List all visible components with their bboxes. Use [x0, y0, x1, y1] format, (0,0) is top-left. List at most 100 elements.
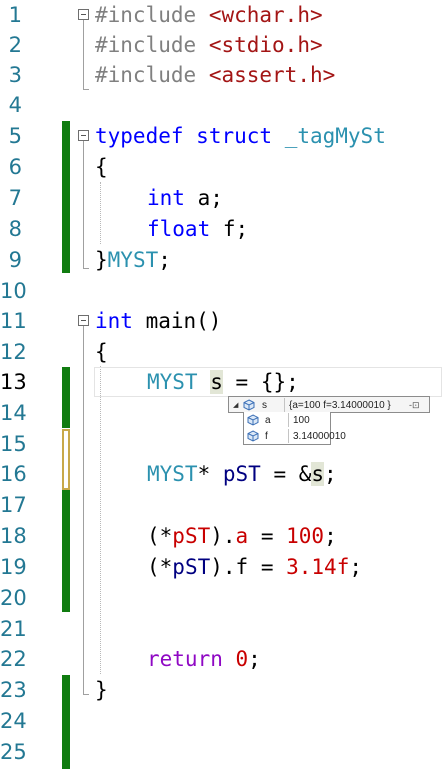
object-variable-icon	[243, 399, 255, 411]
code-line-18[interactable]: (*pST).a = 100;	[147, 521, 337, 551]
keyword: int	[147, 186, 185, 210]
fold-guide-end	[83, 89, 89, 90]
datatip-root-row[interactable]: ◢ s {a=100 f=3.14000010 } -⊡	[228, 396, 430, 413]
line-number: 24	[0, 709, 27, 733]
line-number: 25	[0, 740, 27, 764]
variable-pST: pST	[222, 462, 261, 486]
initializer: = {};	[222, 370, 299, 394]
field-a: a	[235, 524, 249, 548]
line-number: 16	[0, 462, 27, 486]
datatip-value[interactable]: 100	[293, 412, 310, 429]
code-line-2[interactable]: #include <stdio.h>	[95, 30, 323, 60]
line-number: 4	[8, 93, 22, 117]
code-line-6[interactable]: {	[95, 152, 108, 182]
indent-guide	[100, 182, 101, 244]
number-literal: 3.14f	[286, 555, 350, 579]
line-number: 21	[0, 617, 27, 641]
collapse-toggle-icon[interactable]	[78, 130, 89, 141]
line-number: 19	[0, 555, 27, 579]
code-line-13[interactable]: MYST s = {};	[147, 367, 299, 397]
fold-guide	[83, 326, 84, 695]
keyword: int	[95, 309, 133, 333]
pin-icon[interactable]: -⊡	[409, 399, 425, 411]
datatip-name: f	[265, 431, 268, 442]
code-line-12[interactable]: {	[95, 337, 108, 367]
collapse-toggle-icon[interactable]	[78, 315, 89, 326]
line-number: 3	[8, 63, 22, 87]
variable-s-reference: s	[311, 462, 325, 486]
line-number: 11	[0, 309, 27, 333]
assign-op: =	[248, 555, 287, 579]
number-literal: 100	[286, 524, 325, 548]
code-line-16[interactable]: MYST* pST = &s;	[147, 459, 337, 489]
indent-guide	[100, 366, 101, 674]
member-access: ).	[210, 524, 236, 548]
datatip-name: a	[265, 415, 271, 426]
fold-guide	[83, 20, 84, 90]
datatip-child-row[interactable]: f 3.14000010	[243, 428, 346, 445]
code-line-7[interactable]: int a;	[147, 183, 223, 213]
change-bar-saved	[62, 121, 70, 273]
line-number: 15	[0, 432, 27, 456]
line-number-current: 13	[0, 370, 27, 394]
code-editor[interactable]: 1 2 3 4 5 6 7 8 9 10 11 12 13 14 15 16 1…	[0, 0, 442, 769]
include-file: <assert.h>	[208, 63, 336, 87]
code-line-5[interactable]: typedef struct _tagMySt	[95, 121, 386, 151]
datatip-child-row[interactable]: a 100	[243, 412, 331, 429]
datatip-separator	[288, 413, 289, 427]
code-line-23[interactable]: }	[95, 675, 108, 705]
function-signature: main()	[132, 309, 222, 333]
preprocessor-directive: #include	[95, 33, 197, 57]
member-access: ).	[210, 555, 236, 579]
code-line-9[interactable]: }MYST;	[95, 245, 171, 275]
brace: }	[95, 248, 108, 272]
field-f: f	[235, 555, 249, 579]
object-variable-icon	[247, 414, 259, 426]
member-decl: f;	[210, 217, 249, 241]
code-line-8[interactable]: float f;	[147, 214, 248, 244]
collapse-toggle-icon[interactable]	[78, 9, 89, 20]
semicolon: ;	[158, 248, 171, 272]
code-line-3[interactable]: #include <assert.h>	[95, 60, 335, 90]
type-name: MYST	[147, 370, 198, 394]
keyword: float	[147, 217, 211, 241]
variable-s[interactable]: s	[210, 370, 223, 394]
datatip-value[interactable]: 3.14000010	[293, 428, 346, 445]
fold-guide-end	[83, 268, 89, 269]
line-number: 2	[8, 33, 22, 57]
code-line-11[interactable]: int main()	[95, 306, 221, 336]
keyword: struct	[196, 124, 273, 148]
line-number: 17	[0, 493, 27, 517]
change-bar-saved	[62, 490, 70, 612]
code-line-22[interactable]: return 0;	[147, 644, 261, 674]
line-number: 23	[0, 678, 27, 702]
deref-open: (*	[147, 524, 173, 548]
datatip-separator	[284, 398, 285, 412]
change-bar-saved	[62, 675, 70, 769]
code-line-19[interactable]: (*pST).f = 3.14f;	[147, 552, 362, 582]
line-number: 18	[0, 524, 27, 548]
type-name: MYST	[147, 462, 198, 486]
number-literal: 0	[235, 647, 249, 671]
pointer-star: *	[197, 462, 223, 486]
struct-name: _tagMySt	[284, 124, 386, 148]
preprocessor-directive: #include	[95, 3, 197, 27]
semicolon: ;	[349, 555, 362, 579]
semicolon: ;	[324, 462, 337, 486]
change-bar-unsaved	[62, 429, 70, 490]
line-number: 10	[0, 279, 27, 303]
datatip-separator	[288, 429, 289, 443]
assign-op: =	[248, 524, 287, 548]
collapse-arrow-icon[interactable]: ◢	[233, 397, 238, 414]
line-number: 22	[0, 647, 27, 671]
variable-pST: pST	[172, 524, 211, 548]
code-line-1[interactable]: #include <wchar.h>	[95, 0, 323, 30]
line-number: 1	[8, 3, 22, 27]
deref-open: (*	[147, 555, 173, 579]
line-number: 14	[0, 401, 27, 425]
keyword: typedef	[95, 124, 184, 148]
object-variable-icon	[247, 430, 259, 442]
keyword-return: return	[147, 647, 223, 671]
